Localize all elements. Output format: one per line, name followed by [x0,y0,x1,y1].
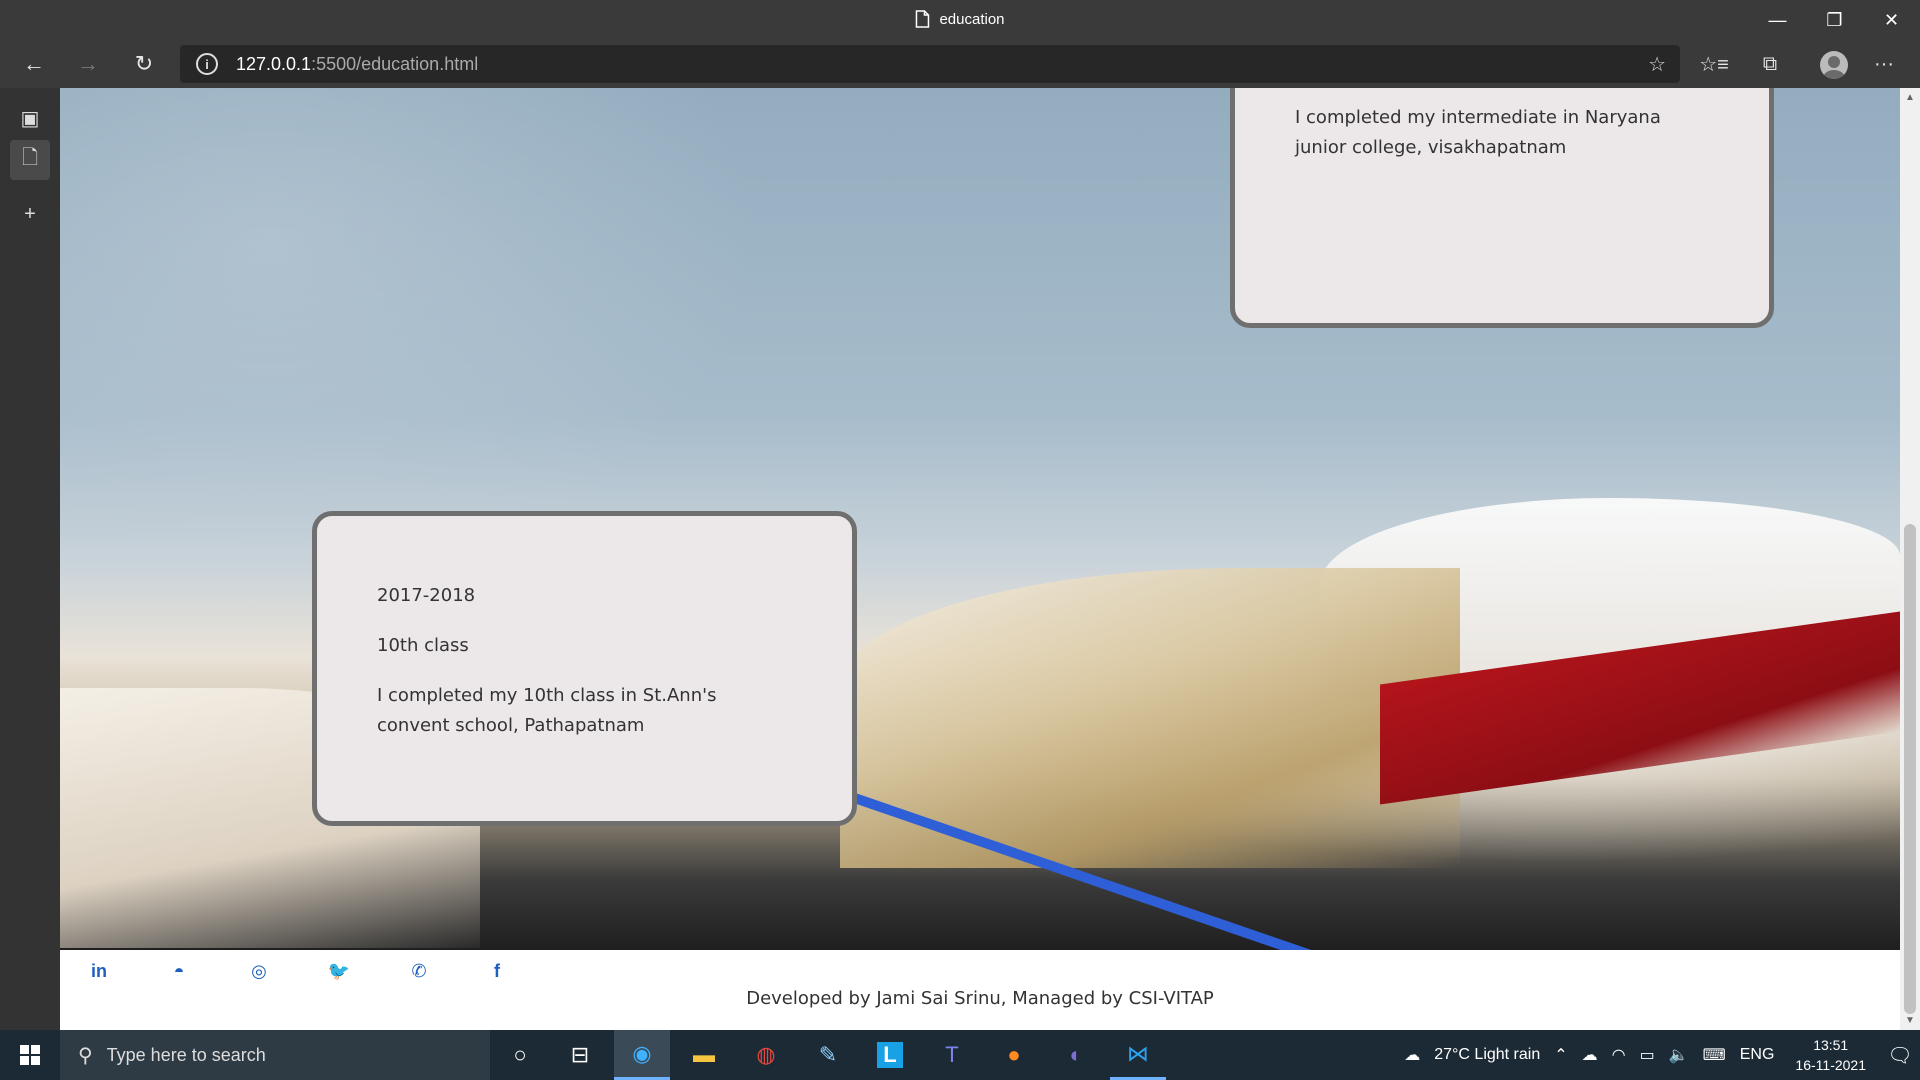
weather-text[interactable]: 27°C Light rain [1434,1046,1540,1064]
forward-icon: → [77,51,99,76]
back-button[interactable]: ← [16,46,52,82]
add-favorite-icon[interactable]: ☆ [1648,52,1666,77]
restore-button[interactable]: ❐ [1806,0,1863,40]
collections-button[interactable]: ⧉ [1750,46,1790,82]
chevron-up-icon[interactable]: ⌃ [1554,1045,1567,1065]
windows-icon [20,1045,40,1065]
twitter-icon[interactable]: 🐦 [324,956,354,986]
new-tab-button[interactable]: + [10,194,50,234]
window-title: education [915,10,1005,28]
refresh-button[interactable]: ↻ [126,46,162,82]
favorites-icon: ☆≡ [1699,53,1729,76]
clock[interactable]: 13:51 16-11-2021 [1795,1035,1866,1075]
close-button[interactable]: ✕ [1863,0,1920,40]
favorites-button[interactable]: ☆≡ [1694,46,1734,82]
url-host: 127.0.0.1 [236,53,312,74]
file-explorer-icon[interactable]: ▬ [676,1030,732,1080]
page-viewport: I completed my intermediate in Naryana j… [60,88,1900,1030]
paint-icon[interactable]: ✎ [800,1030,856,1080]
search-icon: ⚲ [78,1044,93,1067]
browser-toolbar: ← → ↻ i 127.0.0.1:5500/education.html ☆ … [0,40,1920,88]
education-card-10th: 2017-2018 10th class I completed my 10th… [312,511,857,826]
plus-icon: + [24,202,36,225]
volume-icon[interactable]: 🔈 [1669,1045,1689,1065]
scroll-thumb[interactable] [1904,524,1916,1014]
page-footer: in ◓ ◎ 🐦 ✆ f Developed by Jami Sai Srinu… [60,950,1900,1030]
scroll-down-icon[interactable]: ▼ [1905,1015,1915,1026]
taskbar-search[interactable]: ⚲ Type here to search [60,1030,490,1080]
vertical-tabs-sidebar: ▣ 🗋 + [0,88,60,1030]
onedrive-icon[interactable]: ☁ [1582,1045,1598,1065]
document-icon [915,10,930,28]
books-background-image: I completed my intermediate in Naryana j… [60,88,1900,1007]
card-year: 2017-2018 [377,585,476,606]
tab-education[interactable]: 🗋 [10,140,50,180]
footer-credit: Developed by Jami Sai Srinu, Managed by … [746,988,1214,1009]
eclipse-icon[interactable]: ◐ [1048,1030,1104,1080]
whatsapp-icon[interactable]: ✆ [404,956,434,986]
app-l-icon[interactable]: L [862,1030,918,1080]
facebook-icon[interactable]: f [482,956,512,986]
address-bar[interactable]: i 127.0.0.1:5500/education.html ☆ [180,45,1680,83]
url-path: :5500/education.html [311,53,479,74]
search-placeholder: Type here to search [106,1044,266,1065]
linkedin-icon[interactable]: in [84,956,114,986]
weather-icon[interactable]: ☁ [1404,1045,1420,1065]
education-card-intermediate: I completed my intermediate in Naryana j… [1230,88,1774,328]
cortana-icon[interactable]: ○ [492,1030,548,1080]
instagram-icon[interactable]: ◎ [244,956,274,986]
task-view-icon[interactable]: ⊟ [552,1030,608,1080]
clock-time: 13:51 [1813,1037,1849,1053]
more-button[interactable]: ··· [1864,46,1904,82]
notification-icon[interactable]: 🗨 [1880,1043,1920,1068]
card-title: 10th class [377,635,469,656]
collections-icon: ⧉ [1762,52,1778,75]
clock-date: 16-11-2021 [1795,1057,1866,1073]
info-icon[interactable]: i [196,53,218,75]
refresh-icon: ↻ [134,51,154,76]
profile-icon[interactable] [1820,51,1848,79]
battery-icon[interactable]: ▭ [1640,1045,1655,1065]
document-icon: 🗋 [21,147,39,169]
tab-actions-icon[interactable]: ▣ [10,98,50,138]
language-indicator[interactable]: ENG [1740,1046,1775,1064]
chrome-icon[interactable]: ◍ [738,1030,794,1080]
page-scrollbar[interactable]: ▲ ▼ [1900,88,1920,1030]
card-description: I completed my 10th class in St.Ann's co… [377,685,717,736]
minimize-button[interactable]: — [1749,0,1806,40]
keyboard-icon[interactable]: ⌨ [1703,1045,1726,1065]
edge-icon[interactable]: ◉ [614,1030,670,1080]
start-button[interactable] [0,1030,60,1080]
window-title-text: education [939,10,1005,28]
back-icon: ← [23,51,45,76]
system-tray: ☁ 27°C Light rain ⌃ ☁ ◠ ▭ 🔈 ⌨ ENG 13:51 … [1397,1030,1920,1080]
teams-icon[interactable]: T [924,1030,980,1080]
windows-taskbar: ⚲ Type here to search ○ ⊟ ◉ ▬ ◍ ✎ L T ● … [0,1030,1920,1080]
vscode-icon[interactable]: ⋈ [1110,1030,1166,1080]
forward-button[interactable]: → [70,46,106,82]
card-description: I completed my intermediate in Naryana j… [1295,107,1661,158]
more-icon: ··· [1874,52,1894,75]
scroll-up-icon[interactable]: ▲ [1905,92,1915,103]
wifi-icon[interactable]: ◠ [1612,1045,1626,1065]
browser-titlebar: education — ❐ ✕ [0,0,1920,40]
firefox-icon[interactable]: ● [986,1030,1042,1080]
github-icon[interactable]: ◓ [164,956,194,986]
